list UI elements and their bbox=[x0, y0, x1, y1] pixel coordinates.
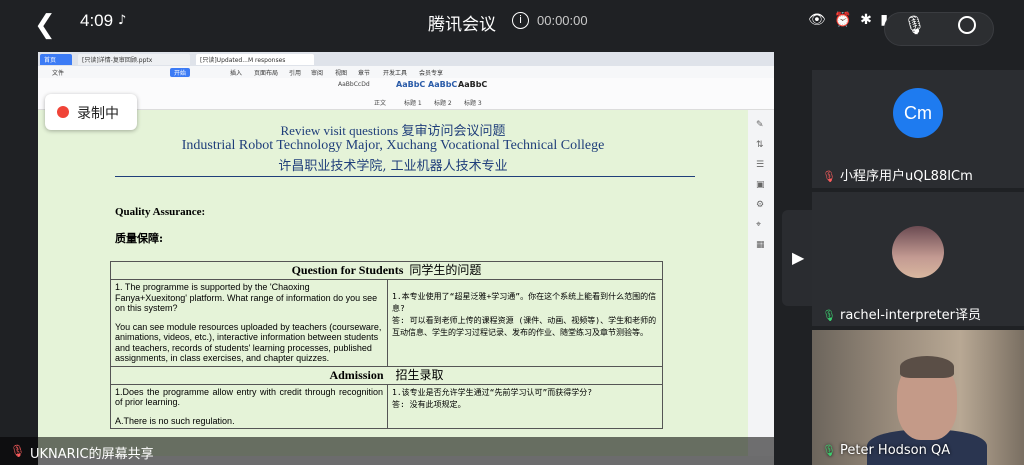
document-area: Review visit questions 复审访问会议问题 Industri… bbox=[38, 110, 774, 456]
answer-2-en: A.There is no such regulation. bbox=[115, 415, 235, 426]
microphone-icon[interactable]: 🎙 bbox=[903, 15, 926, 36]
muted-mic-icon: 🎙 bbox=[10, 444, 26, 458]
style-h1-label: 标题 1 bbox=[404, 100, 422, 107]
participant-tile[interactable]: 🎙 Peter Hodson QA bbox=[812, 330, 1024, 465]
style-normal-sample[interactable]: AaBbCcDd bbox=[338, 81, 370, 88]
menu-insert[interactable]: 插入 bbox=[230, 68, 242, 77]
section-admission-zh: 招生录取 bbox=[395, 367, 444, 382]
video-person-hair bbox=[900, 356, 954, 378]
app-title: 腾讯会议 bbox=[428, 15, 496, 35]
title-divider bbox=[115, 176, 695, 177]
muted-mic-icon: 🎙 bbox=[822, 170, 836, 183]
section-admission-header: Admission 招生录取 bbox=[110, 365, 663, 385]
avatar bbox=[892, 226, 944, 278]
settings-icon[interactable]: ⚙ bbox=[756, 200, 764, 210]
answer-1-en: You can see module resources uploaded by… bbox=[115, 321, 382, 364]
record-dot-icon bbox=[57, 106, 69, 118]
list-icon[interactable]: ☰ bbox=[756, 160, 764, 170]
clock: 4:09 bbox=[80, 11, 114, 30]
participant-name: 🎙 小程序用户uQL88ICm bbox=[822, 169, 973, 184]
image-icon[interactable]: ▣ bbox=[756, 180, 765, 190]
tiktok-icon: ♪ bbox=[118, 13, 127, 28]
menu-chapter[interactable]: 章节 bbox=[358, 68, 370, 77]
section-admission-en: Admission bbox=[329, 367, 384, 382]
table-row: 1.Does the programme allow entry with cr… bbox=[110, 383, 663, 429]
section-students-zh: 同学生的问题 bbox=[409, 263, 482, 277]
meeting-window: ❮ 4:09 ♪ 腾讯会议 i 00:00:00 👁 ⏰ ✱ ▮ ◠ 🎙 首页 … bbox=[0, 0, 1024, 465]
menu-start[interactable]: 开始 bbox=[170, 68, 191, 77]
mic-icon: 🎙 bbox=[822, 444, 836, 457]
participant-name: 🎙 Peter Hodson QA bbox=[822, 443, 951, 458]
pen-icon[interactable]: ✎ bbox=[756, 120, 764, 130]
expand-panel-button[interactable]: ▶ bbox=[782, 210, 812, 306]
tab-home[interactable]: 首页 bbox=[40, 54, 72, 65]
qa-heading-zh: 质量保障: bbox=[115, 232, 164, 245]
meeting-timer: 00:00:00 bbox=[537, 13, 588, 28]
question-1-zh-cell: 1.本专业使用了“超星泛雅+学习通”。你在这个系统上能看到什么范围的信息? 答:… bbox=[387, 279, 663, 367]
style-h3-sample[interactable]: AaBbC bbox=[458, 80, 487, 89]
section-students-header: Question for Students 同学生的问题 bbox=[110, 261, 663, 280]
questions-table: Question for Students 同学生的问题 1. The prog… bbox=[110, 261, 663, 429]
question-2-zh: 1.该专业是否允许学生通过“先前学习认可”而获得学分? bbox=[392, 387, 593, 397]
style-h1-sample[interactable]: AaBbC bbox=[396, 80, 425, 89]
adjust-icon[interactable]: ⇅ bbox=[756, 140, 764, 150]
style-h2-label: 标题 2 bbox=[434, 100, 452, 107]
menu-review[interactable]: 审阅 bbox=[311, 68, 323, 77]
doc-title-2: Industrial Robot Technology Major, Xucha… bbox=[181, 138, 605, 153]
question-1-zh: 1.本专业使用了“超星泛雅+学习通”。你在这个系统上能看到什么范围的信息? bbox=[392, 292, 657, 313]
screen-share-owner: UKNARIC的屏幕共享 bbox=[30, 447, 154, 462]
location-icon[interactable]: ⌖ bbox=[756, 220, 761, 230]
screen-share-label: 🎙 UKNARIC的屏幕共享 bbox=[0, 437, 774, 465]
tab-pptx[interactable]: [只读]详情-复审回顾.pptx bbox=[78, 54, 190, 65]
recording-badge[interactable]: 录制中 bbox=[45, 94, 137, 130]
top-bar: ❮ 4:09 ♪ 腾讯会议 i 00:00:00 👁 ⏰ ✱ ▮ ◠ 🎙 bbox=[0, 0, 1024, 50]
play-arrow-icon: ▶ bbox=[792, 248, 805, 267]
menu-member[interactable]: 会员专享 bbox=[419, 68, 443, 77]
menu-dev-tools[interactable]: 开发工具 bbox=[383, 68, 407, 77]
editor-menu-bar: 文件 开始 插入 页面布局 引用 审阅 视图 章节 开发工具 会员专享 bbox=[38, 66, 774, 78]
menu-file[interactable]: 文件 bbox=[52, 68, 64, 77]
style-h2-sample[interactable]: AaBbC bbox=[428, 80, 457, 89]
doc-title-1: Review visit questions 复审访问会议问题 bbox=[280, 123, 506, 138]
question-2-zh-cell: 1.该专业是否允许学生通过“先前学习认可”而获得学分? 答: 没有此项规定。 bbox=[387, 383, 663, 429]
question-1-en: 1. The programme is supported by the 'Ch… bbox=[115, 282, 378, 313]
qa-heading-en: Quality Assurance: bbox=[115, 206, 206, 218]
answer-2-zh: 答: 没有此项规定。 bbox=[392, 399, 466, 409]
tab-doc[interactable]: [只读]Updated...M responses bbox=[196, 54, 314, 65]
menu-layout[interactable]: 页面布局 bbox=[254, 68, 278, 77]
shared-screen: 首页 [只读]详情-复审回顾.pptx [只读]Updated...M resp… bbox=[38, 52, 774, 465]
table-row: 1. The programme is supported by the 'Ch… bbox=[110, 279, 663, 367]
question-2-en-cell: 1.Does the programme allow entry with cr… bbox=[110, 383, 388, 429]
avatar: Cm bbox=[893, 88, 943, 138]
document-page: Review visit questions 复审访问会议问题 Industri… bbox=[38, 110, 748, 456]
back-arrow-icon[interactable]: ❮ bbox=[34, 10, 56, 40]
section-students-en: Question for Students bbox=[291, 263, 404, 277]
editor-side-toolbar: ✎ ⇅ ☰ ▣ ⚙ ⌖ ▦ bbox=[748, 110, 774, 456]
menu-reference[interactable]: 引用 bbox=[289, 68, 301, 77]
recording-label: 录制中 bbox=[77, 106, 119, 122]
editor-ribbon: AaBbCcDd AaBbC AaBbC AaBbC 正文 标题 1 标题 2 … bbox=[38, 78, 774, 110]
audio-video-controls bbox=[884, 12, 994, 46]
question-2-en: 1.Does the programme allow entry with cr… bbox=[115, 386, 383, 408]
editor-tab-bar: 首页 [只读]详情-复审回顾.pptx [只读]Updated...M resp… bbox=[38, 52, 774, 66]
participant-name: 🎙 rachel-interpreter译员 bbox=[822, 308, 982, 323]
participant-tile[interactable]: Cm 🎙 小程序用户uQL88ICm bbox=[812, 70, 1024, 188]
info-icon[interactable]: i bbox=[512, 12, 529, 29]
mic-icon: 🎙 bbox=[822, 309, 836, 322]
menu-view[interactable]: 视图 bbox=[335, 68, 347, 77]
style-normal-label: 正文 bbox=[374, 100, 387, 107]
apps-icon[interactable]: ▦ bbox=[756, 240, 765, 250]
style-h3-label: 标题 3 bbox=[464, 100, 482, 107]
camera-icon[interactable] bbox=[958, 16, 976, 34]
participant-tile[interactable]: 🎙 rachel-interpreter译员 bbox=[812, 192, 1024, 326]
doc-title-zh: 许昌职业技术学院, 工业机器人技术专业 bbox=[278, 159, 508, 174]
question-1-en-cell: 1. The programme is supported by the 'Ch… bbox=[110, 279, 388, 367]
answer-1-zh: 答: 可以看到老师上传的课程资源 (课件、动画、视频等)、学生和老师的互动信息、… bbox=[392, 316, 657, 337]
